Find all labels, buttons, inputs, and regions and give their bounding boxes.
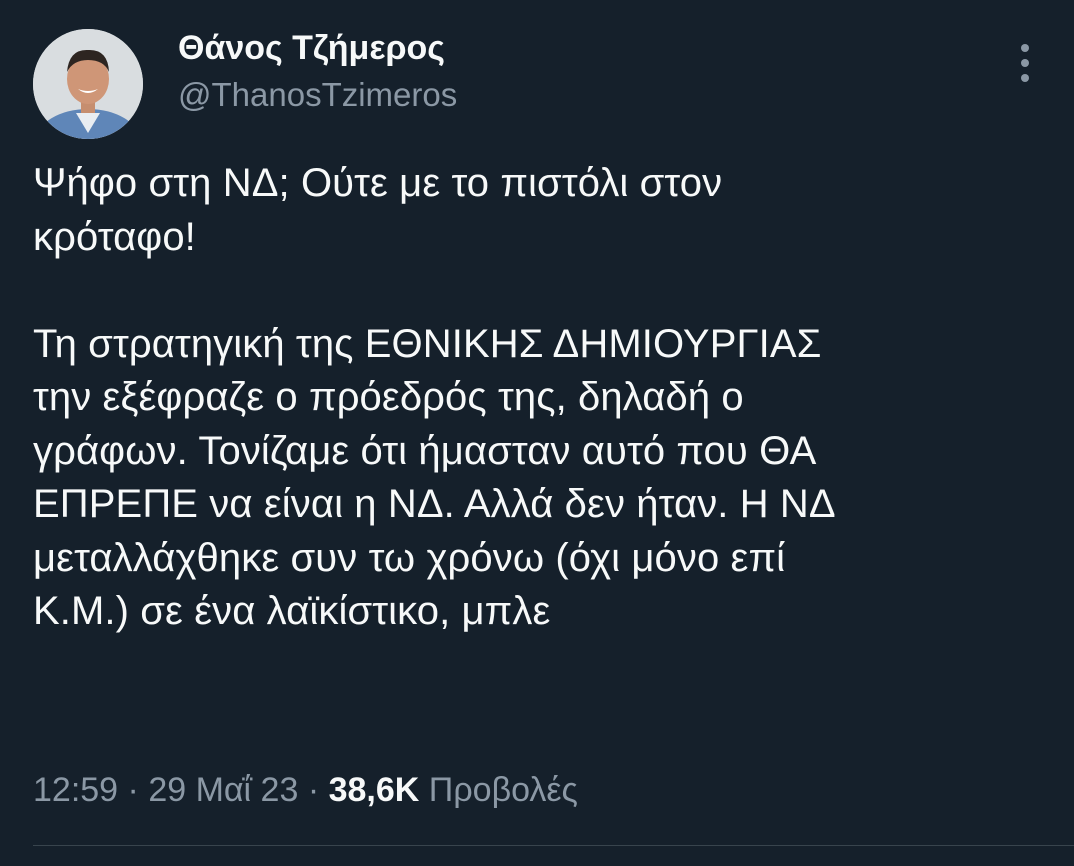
views-label: Προβολές [428,771,578,809]
divider [33,845,1074,846]
meta-separator: · [118,771,149,809]
tweet-time[interactable]: 12:59 [33,771,118,809]
views-count[interactable]: 38,6K [329,771,420,809]
tweet-metadata: 12:59 · 29 Μαΐ 23 · 38,6K Προβολές [33,765,578,815]
more-vertical-icon [1021,44,1029,82]
profile-photo-image [33,29,143,139]
tweet: Θάνος Τζήμερος @ThanosTzimeros Ψήφο στη … [0,0,1074,866]
author-display-name[interactable]: Θάνος Τζήμερος [178,26,445,70]
meta-separator: · [298,771,329,809]
more-options-button[interactable] [1005,38,1045,88]
avatar[interactable] [33,29,143,139]
tweet-date[interactable]: 29 Μαΐ 23 [148,771,298,809]
tweet-text: Ψήφο στη ΝΔ; Ούτε με το πιστόλι στον κρό… [33,161,836,633]
author-handle[interactable]: @ThanosTzimeros [178,74,457,116]
